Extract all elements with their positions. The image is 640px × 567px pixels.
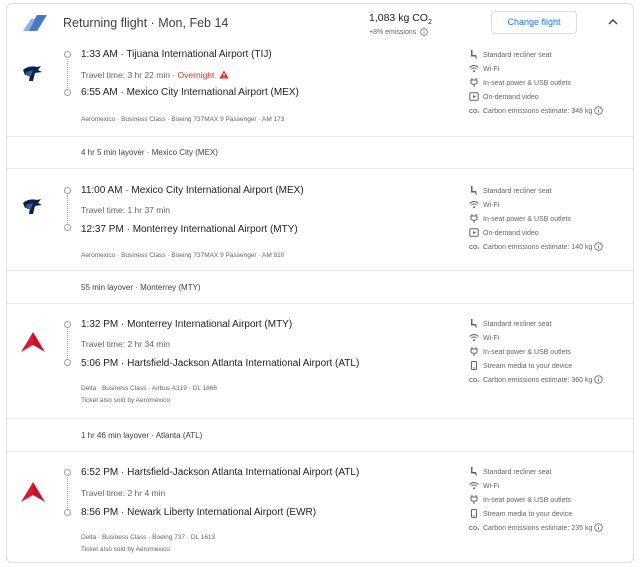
amenity-co2: CO₂ Carbon emissions estimate: 140 kg xyxy=(469,242,604,251)
arrival-row: 5:06 PM · Hartsfield-Jackson Atlanta Int… xyxy=(81,358,360,369)
flight-details: Aeromexico · Business Class · Boeing 737… xyxy=(81,252,285,259)
amenity-wifi: Wi-Fi xyxy=(469,333,499,342)
amenity-power: In-seat power & USB outlets xyxy=(469,214,571,223)
sold-by: Ticket also sold by Aeromexico xyxy=(81,397,170,404)
power-icon xyxy=(470,495,478,504)
wifi-icon xyxy=(469,482,479,490)
flight-details: Delta · Business Class · Airbus A319 · D… xyxy=(81,385,217,392)
airline-tail-icon xyxy=(23,15,47,31)
flight-segment: 6:52 PM · Hartsfield-Jackson Atlanta Int… xyxy=(7,452,633,562)
layover-row: 55 min layover · Monterrey (MTY) xyxy=(7,270,633,304)
amenity-seat: Standard recliner seat xyxy=(469,50,551,59)
co2-icon: CO₂ xyxy=(469,526,479,532)
returning-flight-card: Returning flight · Mon, Feb 14 1,083 kg … xyxy=(6,3,634,563)
aeromexico-logo-icon xyxy=(23,199,42,214)
svg-text:CO₂: CO₂ xyxy=(469,526,479,532)
delta-logo-icon xyxy=(21,482,45,502)
wifi-icon xyxy=(469,201,479,209)
seat-icon xyxy=(471,467,477,476)
info-icon[interactable] xyxy=(594,375,604,384)
amenity-seat: Standard recliner seat xyxy=(469,467,551,476)
seat-icon xyxy=(471,319,477,328)
header-title: Returning flight · Mon, Feb 14 xyxy=(63,16,229,30)
stream-icon xyxy=(471,509,477,518)
co2-icon: CO₂ xyxy=(469,378,479,384)
flight-header[interactable]: Returning flight · Mon, Feb 14 1,083 kg … xyxy=(7,4,633,44)
arrival-row: 8:56 PM · Newark Liberty International A… xyxy=(81,507,317,518)
departure-row: 1:33 AM · Tijuana International Airport … xyxy=(81,49,272,60)
amenity-seat: Standard recliner seat xyxy=(469,186,551,195)
power-icon xyxy=(470,347,478,356)
amenity-wifi: Wi-Fi xyxy=(469,200,499,209)
video-icon xyxy=(469,228,479,237)
delta-logo-icon xyxy=(21,332,45,352)
travel-time: Travel time: 2 hr 4 min xyxy=(81,488,166,498)
travel-time: Travel time: 3 hr 22 min · Overnight xyxy=(81,70,229,80)
amenity-power: In-seat power & USB outlets xyxy=(469,347,571,356)
arrival-row: 12:37 PM · Monterrey International Airpo… xyxy=(81,224,298,235)
svg-text:CO₂: CO₂ xyxy=(469,245,479,251)
travel-time: Travel time: 2 hr 34 min xyxy=(81,339,170,349)
header-emissions: 1,083 kg CO2 xyxy=(369,12,432,27)
stream-icon xyxy=(471,361,477,370)
wifi-icon xyxy=(469,65,479,73)
amenity-stream: Stream media to your device xyxy=(469,361,572,370)
departure-row: 6:52 PM · Hartsfield-Jackson Atlanta Int… xyxy=(81,467,360,478)
amenity-video: On-demand video xyxy=(469,92,539,101)
info-icon[interactable] xyxy=(594,106,604,115)
emissions-diff: +8% emissions xyxy=(369,28,428,36)
amenity-power: In-seat power & USB outlets xyxy=(469,495,571,504)
svg-text:CO₂: CO₂ xyxy=(469,109,479,115)
flight-details: Aeromexico · Business Class · Boeing 737… xyxy=(81,116,285,123)
power-icon xyxy=(470,214,478,223)
layover-row: 4 hr 5 min layover · Mexico City (MEX) xyxy=(7,136,633,169)
flight-segment: 11:00 AM · Mexico City International Air… xyxy=(7,169,633,270)
svg-text:CO₂: CO₂ xyxy=(469,378,479,384)
info-icon[interactable] xyxy=(594,242,604,251)
flight-details: Delta · Business Class · Boeing 737 · DL… xyxy=(81,534,216,541)
seat-icon xyxy=(471,50,477,59)
overnight-label: Overnight xyxy=(177,70,215,80)
departure-row: 11:00 AM · Mexico City International Air… xyxy=(81,185,304,196)
chevron-up-icon[interactable] xyxy=(608,18,618,25)
sold-by: Ticket also sold by Aeromexico xyxy=(81,546,170,553)
amenity-stream: Stream media to your device xyxy=(469,509,572,518)
amenity-wifi: Wi-Fi xyxy=(469,64,499,73)
arrival-row: 6:55 AM · Mexico City International Airp… xyxy=(81,87,299,98)
info-icon[interactable] xyxy=(594,523,604,532)
travel-time: Travel time: 1 hr 37 min xyxy=(81,205,170,215)
seat-icon xyxy=(471,186,477,195)
amenity-seat: Standard recliner seat xyxy=(469,319,551,328)
amenity-power: In-seat power & USB outlets xyxy=(469,78,571,87)
layover-row: 1 hr 46 min layover · Atlanta (ATL) xyxy=(7,418,633,452)
co2-icon: CO₂ xyxy=(469,109,479,115)
departure-row: 1:32 PM · Monterrey International Airpor… xyxy=(81,319,293,330)
amenity-co2: CO₂ Carbon emissions estimate: 360 kg xyxy=(469,375,604,384)
info-icon[interactable] xyxy=(420,28,428,36)
wifi-icon xyxy=(469,334,479,342)
warning-icon xyxy=(219,70,229,79)
aeromexico-logo-icon xyxy=(23,66,42,81)
video-icon xyxy=(469,92,479,101)
power-icon xyxy=(470,78,478,87)
amenity-co2: CO₂ Carbon emissions estimate: 235 kg xyxy=(469,523,604,532)
flight-segment: 1:32 PM · Monterrey International Airpor… xyxy=(7,304,633,418)
amenity-video: On-demand video xyxy=(469,228,539,237)
amenity-wifi: Wi-Fi xyxy=(469,481,499,490)
change-flight-button[interactable]: Change flight xyxy=(491,11,577,34)
amenity-co2: CO₂ Carbon emissions estimate: 348 kg xyxy=(469,106,604,115)
co2-icon: CO₂ xyxy=(469,245,479,251)
flight-segment: 1:33 AM · Tijuana International Airport … xyxy=(7,44,633,136)
